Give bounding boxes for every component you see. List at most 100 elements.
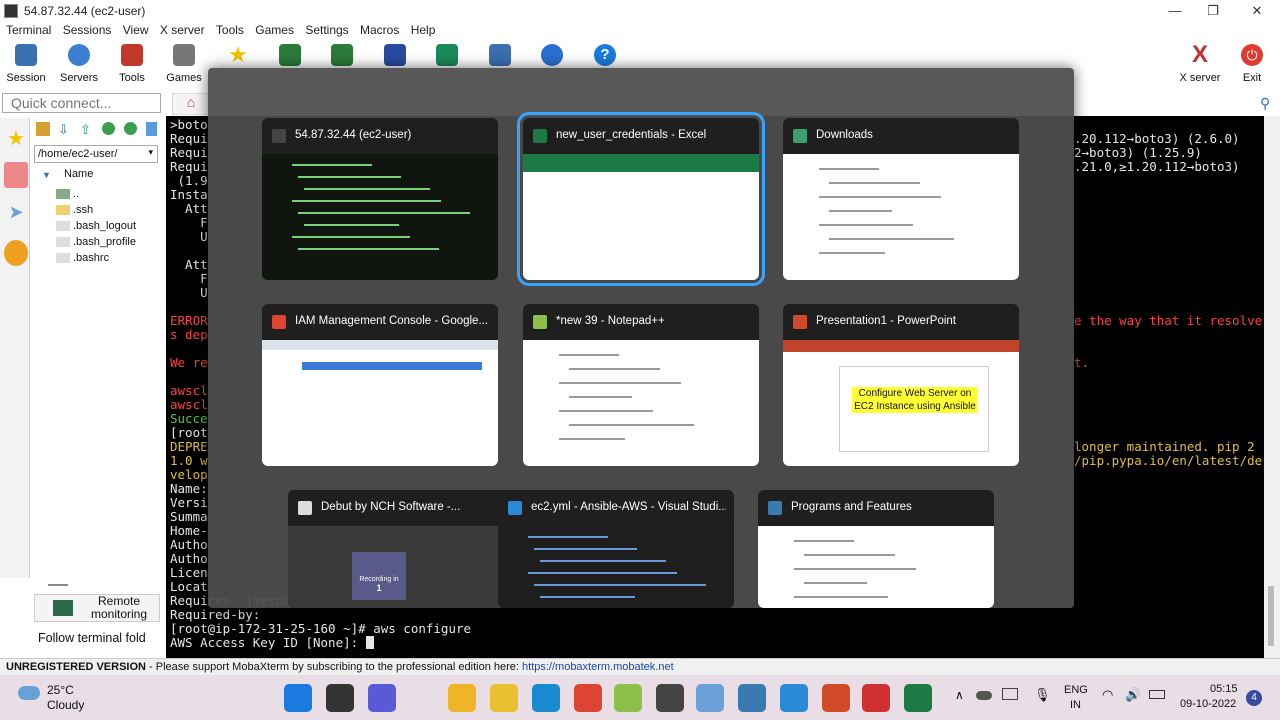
- menu-sessions[interactable]: Sessions: [57, 22, 112, 37]
- terminal-line: U: [170, 285, 208, 300]
- servers-icon: [68, 44, 90, 66]
- menu-tools[interactable]: Tools: [210, 22, 244, 37]
- upload-file-icon[interactable]: ⇧: [80, 122, 91, 138]
- file-explorer-icon[interactable]: [448, 684, 476, 712]
- window-title: IAM Management Console - Google...: [295, 315, 489, 327]
- remote-monitoring-button[interactable]: Remote monitoring: [34, 594, 160, 622]
- remote-desktop-icon[interactable]: [738, 684, 766, 712]
- task-view-window[interactable]: IAM Management Console - Google...: [262, 304, 498, 466]
- weather-temp[interactable]: 25°C: [47, 683, 74, 697]
- vscode-icon[interactable]: [780, 684, 808, 712]
- powerpoint-icon[interactable]: [822, 684, 850, 712]
- maximize-button[interactable]: ❐: [1198, 2, 1228, 20]
- battery-icon[interactable]: [1149, 690, 1165, 699]
- language-bottom[interactable]: IN: [1070, 699, 1081, 711]
- quick-connect[interactable]: [2, 93, 161, 113]
- task-view-window[interactable]: Programs and Features: [758, 490, 994, 608]
- menu-settings[interactable]: Settings: [299, 22, 348, 37]
- macros-tab-icon[interactable]: ➤: [4, 202, 28, 228]
- menu-macros[interactable]: Macros: [354, 22, 399, 37]
- tree-header-name: Name: [64, 168, 94, 180]
- scroll-thumb[interactable]: [1268, 586, 1274, 646]
- file-row[interactable]: .bash_profile: [56, 236, 136, 251]
- window-title: new_user_credentials - Excel: [556, 129, 707, 141]
- terminal-line-right: 2→boto3) (1.25.9): [1074, 145, 1202, 160]
- xserver-button[interactable]: XX server: [1174, 42, 1226, 88]
- text-line: [298, 248, 439, 250]
- menu-games[interactable]: Games: [249, 22, 294, 37]
- text-line: [794, 568, 916, 570]
- file-row[interactable]: .ssh: [56, 204, 93, 219]
- quick-connect-input[interactable]: [3, 94, 160, 112]
- sftp-tab-icon[interactable]: [4, 240, 28, 266]
- terminal-line: ERROR: [170, 313, 208, 328]
- mobaxterm-icon[interactable]: [656, 684, 684, 712]
- parent-folder-icon[interactable]: [36, 122, 50, 136]
- wifi-icon[interactable]: ◠: [1102, 687, 1113, 703]
- task-view-window[interactable]: Downloads: [783, 118, 1019, 280]
- task-view-window[interactable]: new_user_credentials - Excel: [517, 112, 765, 286]
- session-button[interactable]: Session: [0, 42, 52, 88]
- text-line: [534, 548, 637, 550]
- games-button[interactable]: Games: [158, 42, 210, 88]
- minimize-button[interactable]: —: [1160, 2, 1190, 20]
- split-icon: [331, 44, 353, 66]
- menu-terminal[interactable]: Terminal: [0, 22, 51, 37]
- follow-terminal-folder[interactable]: Follow terminal fold: [38, 631, 146, 645]
- search-icon[interactable]: [326, 684, 354, 712]
- windows-start-icon[interactable]: [284, 684, 312, 712]
- task-view-window[interactable]: *new 39 - Notepad++: [523, 304, 759, 466]
- clock-time[interactable]: 05:15: [1210, 683, 1238, 695]
- sessions-star-tab-icon[interactable]: ★: [4, 126, 28, 152]
- refresh-icon[interactable]: [102, 122, 115, 135]
- weather-desc[interactable]: Cloudy: [47, 698, 84, 712]
- file-row[interactable]: ..: [56, 188, 79, 203]
- menu-xserver[interactable]: X server: [154, 22, 205, 37]
- tools-tab-icon[interactable]: [4, 162, 28, 188]
- debut-icon[interactable]: [862, 684, 890, 712]
- servers-button[interactable]: Servers: [53, 42, 105, 88]
- notification-badge[interactable]: 4: [1246, 690, 1262, 706]
- download-file-icon[interactable]: ⇩: [58, 122, 69, 138]
- task-view-window[interactable]: Presentation1 - PowerPoint Configure Web …: [783, 304, 1019, 466]
- tools-button[interactable]: Tools: [106, 42, 158, 88]
- volume-icon[interactable]: 🔊: [1125, 687, 1141, 703]
- text-line: [559, 410, 653, 412]
- edge-icon[interactable]: [532, 684, 560, 712]
- sticky-notes-icon[interactable]: [490, 684, 518, 712]
- task-view-window[interactable]: Debut by NCH Software -... Recording in 1: [288, 490, 524, 608]
- file-row[interactable]: .bash_logout: [56, 220, 136, 235]
- keyboard-icon[interactable]: [1002, 688, 1018, 700]
- onedrive-icon[interactable]: [976, 691, 992, 700]
- menu-bar: Terminal Sessions View X server Tools Ga…: [0, 22, 1280, 40]
- splitter-handle[interactable]: [48, 584, 68, 586]
- notepad-icon[interactable]: [696, 684, 724, 712]
- home-tab-icon[interactable]: ⌂: [172, 93, 210, 115]
- subscribe-link[interactable]: https://mobaxterm.mobatek.net: [522, 661, 674, 673]
- exit-button[interactable]: ⏻ Exit: [1226, 42, 1278, 88]
- new-folder-icon[interactable]: [146, 122, 157, 136]
- chrome-icon[interactable]: [574, 684, 602, 712]
- notepadpp-icon[interactable]: [614, 684, 642, 712]
- attach-icon[interactable]: ⚲: [1260, 95, 1270, 112]
- chevron-down-icon[interactable]: ▾: [148, 147, 153, 158]
- menu-view[interactable]: View: [117, 22, 149, 37]
- folder-icon: [56, 205, 70, 216]
- chevron-up-icon[interactable]: ∧: [955, 688, 964, 702]
- terminal-line: Autho: [170, 551, 208, 566]
- clock-date[interactable]: 09-10-2022: [1180, 698, 1236, 710]
- tree-collapse-icon[interactable]: ▼: [42, 170, 51, 180]
- task-view-window[interactable]: ec2.yml - Ansible-AWS - Visual Studi...: [498, 490, 734, 608]
- close-button[interactable]: ✕: [1242, 2, 1272, 20]
- terminal-scrollbar[interactable]: [1264, 116, 1280, 658]
- excel-icon[interactable]: [904, 684, 932, 712]
- new-file-icon[interactable]: [124, 122, 137, 135]
- language-top[interactable]: ENG: [1064, 684, 1088, 696]
- microphone-icon[interactable]: 🎙: [1034, 687, 1051, 703]
- programs-icon: [768, 501, 782, 515]
- task-view-window[interactable]: 54.87.32.44 (ec2-user): [262, 118, 498, 280]
- menu-help[interactable]: Help: [405, 22, 436, 37]
- path-field[interactable]: /home/ec2-user/ ▾: [34, 145, 158, 163]
- meet-icon[interactable]: [368, 684, 396, 712]
- file-row[interactable]: .bashrc: [56, 252, 109, 267]
